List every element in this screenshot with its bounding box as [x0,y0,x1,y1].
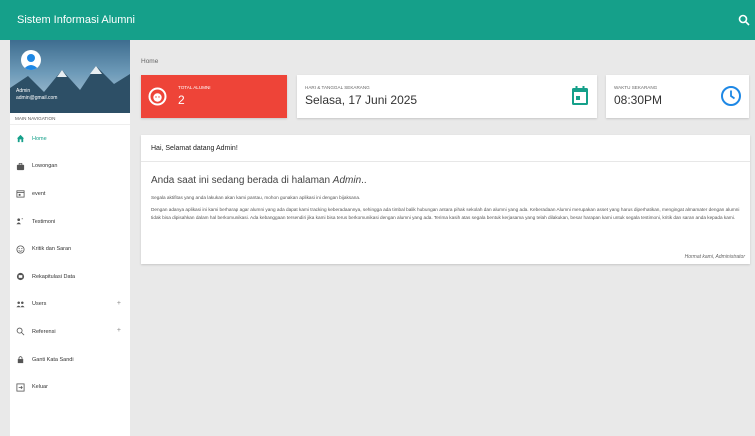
calendar-icon [14,188,26,200]
home-icon [14,133,26,145]
sidebar-item-label: Rekapitulasi Data [32,273,76,280]
lead-emphasis: Admin [332,175,362,186]
search-icon[interactable] [737,13,751,27]
total-alumni-card: TOTAL ALUMNI 2 [141,75,287,118]
sidebar-item-label: Keluar [32,384,48,391]
calendar-icon [570,85,590,112]
database-icon [14,271,26,283]
svg-text:": " [21,218,23,224]
panel-title: Hai, Selamat datang Admin! [141,135,750,162]
sidebar-item-home[interactable]: Home [10,125,130,153]
signature: Hormat kami, Administrator [684,254,745,260]
expand-icon[interactable]: + [117,300,121,307]
sidebar: Admin admin@gmail.com MAIN NAVIGATION Ho… [10,40,130,436]
sidebar-item-ganti-kata-sandi[interactable]: Ganti Kata Sandi [10,346,130,374]
sidebar-item-testimoni[interactable]: " Testimoni [10,208,130,236]
app-title: Sistem Informasi Alumni [17,14,135,26]
current-time-card: WAKTU SEKARANG 08:30PM [606,75,749,118]
sidebar-item-keluar[interactable]: Keluar [10,373,130,401]
expand-icon[interactable]: + [117,327,121,334]
sidebar-item-rekapitulasi[interactable]: Rekapitulasi Data [10,263,130,291]
sidebar-item-label: Testimoni [32,218,56,225]
avatar[interactable] [21,50,41,70]
stat-value: 08:30PM [614,93,663,107]
sidebar-item-label: Ganti Kata Sandi [32,356,74,363]
stat-value: Selasa, 17 Juni 2025 [305,93,418,107]
sidebar-item-label: event [32,190,46,197]
stat-label: WAKTU SEKARANG [614,85,658,90]
search-icon [14,326,26,338]
sidebar-item-label: Home [32,135,47,142]
stat-label: HARI & TANGGAL SEKARANG [305,85,370,90]
current-date-card: HARI & TANGGAL SEKARANG Selasa, 17 Juni … [297,75,597,118]
stat-value: 2 [178,93,185,107]
user-email: admin@gmail.com [16,95,58,101]
sidebar-item-label: Lowongan [32,163,58,170]
sidebar-item-label: Users [32,301,47,308]
user-profile: Admin admin@gmail.com [10,40,130,113]
logout-icon [14,381,26,393]
breadcrumb: Home [141,58,159,65]
sidebar-item-lowongan[interactable]: Lowongan [10,153,130,181]
stat-label: TOTAL ALUMNI [178,85,211,90]
briefcase-icon [14,160,26,172]
testimonial-icon: " [14,216,26,228]
lead-text-part: Anda saat ini sedang berada di halaman [151,175,333,186]
user-name[interactable]: Admin [16,88,30,94]
lead-text: Anda saat ini sedang berada di halaman A… [151,175,740,186]
sidebar-item-users[interactable]: Users + [10,291,130,319]
notice-paragraph: Segala aktifitas yang anda lakukan akan … [151,195,361,200]
top-bar: Sistem Informasi Alumni [0,0,755,40]
sidebar-item-event[interactable]: event [10,180,130,208]
smile-icon [14,243,26,255]
welcome-panel: Hai, Selamat datang Admin! Anda saat ini… [141,135,750,264]
sidebar-item-kritik-saran[interactable]: Kritik dan Saran [10,235,130,263]
lock-icon [14,354,26,366]
sidebar-item-label: Kritik dan Saran [32,246,72,253]
description-paragraph: Dengan adanya aplikasi ini kami berharap… [151,207,740,220]
sidebar-item-label: Referensi [32,328,56,335]
nav-header: MAIN NAVIGATION [10,113,130,125]
sidebar-menu: Home Lowongan event " Testimoni Kritik d… [10,125,130,401]
face-icon [147,86,168,112]
sidebar-item-referensi[interactable]: Referensi + [10,318,130,346]
lead-text-end: .. [361,175,367,186]
clock-icon [720,85,742,112]
users-icon [14,298,26,310]
